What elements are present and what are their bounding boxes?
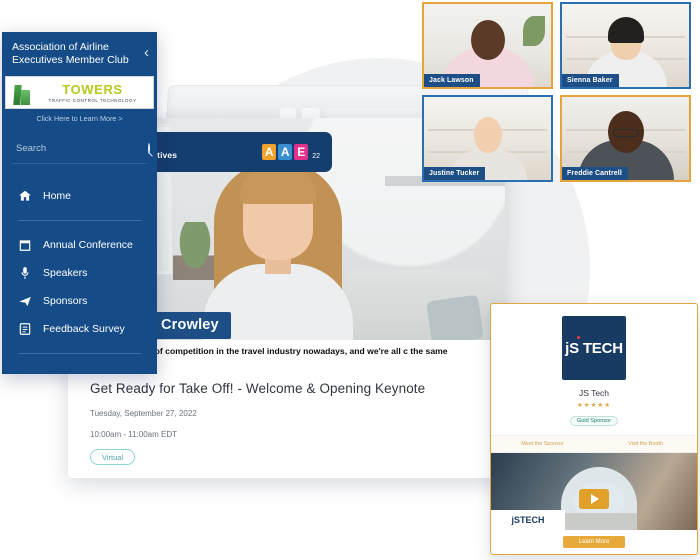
sidebar-divider (18, 352, 141, 354)
play-icon[interactable] (579, 489, 609, 510)
sidebar-item-speakers[interactable]: Speakers (2, 259, 157, 287)
clipboard-icon (18, 322, 32, 336)
session-date: Tuesday, September 27, 2022 (90, 408, 197, 418)
participant-name: Freddie Cantrell (562, 167, 628, 180)
sidebar-item-label: Speakers (43, 266, 88, 279)
video-brand-overlay: jSTECH (491, 510, 565, 530)
sidebar-sponsor-banner[interactable]: TOWERS TRAFFIC CONTROL TECHNOLOGY (5, 75, 154, 109)
room-pillow (426, 294, 484, 346)
aae-block-e: E (294, 144, 309, 160)
participant-glasses (612, 129, 639, 137)
sidebar-item-feedback-survey[interactable]: Feedback Survey (2, 315, 157, 343)
search-input[interactable] (16, 142, 148, 154)
meet-the-sponsor-button[interactable]: Meet the Sponsor (491, 436, 594, 452)
microphone-icon (18, 266, 32, 280)
sidebar-item-label: Annual Conference (43, 238, 133, 251)
towers-text: TOWERS TRAFFIC CONTROL TECHNOLOGY (38, 83, 147, 103)
sidebar-item-label: Feedback Survey (43, 322, 125, 335)
airplane-icon (18, 294, 32, 308)
participant-tile[interactable]: Freddie Cantrell (560, 95, 691, 182)
sponsor-tier-badge: Gold Sponsor (569, 416, 619, 426)
aae-logo-blocks: A A E 22 (262, 144, 320, 160)
session-time: 10:00am - 11:00am EDT (90, 430, 178, 440)
search-field[interactable] (12, 135, 150, 164)
sponsor-header: jS TECH JS Tech ★★★★★ Gold Sponsor (491, 304, 697, 435)
sponsor-name: JS Tech (578, 388, 610, 398)
aae-block-a2: A (278, 144, 293, 160)
sponsor-video-player[interactable]: jSTECH ▶ 0:00 ⚙ ☐ ⛶ Learn More (491, 453, 697, 554)
screenshot-canvas: Association of Airline Executives A A E … (0, 0, 700, 560)
chevron-left-icon[interactable]: ‹ (144, 45, 149, 60)
logo-accent-dot (577, 336, 580, 339)
participant-grid: Jack Lawson Sienna Baker Justine Tucker (422, 2, 694, 184)
sidebar-item-annual-conference[interactable]: Annual Conference (2, 231, 157, 259)
participant-tile[interactable]: Jack Lawson (422, 2, 553, 89)
participant-head (473, 117, 502, 153)
sponsor-footer: Learn More (491, 530, 697, 554)
sidebar-title: Association of Airline Executives Member… (12, 41, 129, 67)
sidebar-item-label: Home (43, 189, 72, 202)
towers-tagline: TRAFFIC CONTROL TECHNOLOGY (48, 97, 137, 103)
home-icon (18, 189, 32, 203)
sponsor-detail-panel: jS TECH JS Tech ★★★★★ Gold Sponsor Meet … (490, 303, 698, 555)
sponsor-rating-stars[interactable]: ★★★★★ (501, 401, 687, 409)
tile-plant (523, 16, 545, 46)
learn-more-button[interactable]: Learn More (562, 536, 626, 548)
sidebar-header: Association of Airline Executives Member… (2, 32, 157, 76)
session-title: Get Ready for Take Off! - Welcome & Open… (90, 381, 426, 396)
sidebar-divider (18, 219, 141, 221)
calendar-icon (18, 238, 32, 252)
search-icon[interactable] (148, 142, 150, 154)
sponsor-learn-more-link[interactable]: Click Here to Learn More > (2, 109, 157, 125)
sidebar: Association of Airline Executives Member… (2, 32, 157, 374)
participant-tile[interactable]: Sienna Baker (560, 2, 691, 89)
participant-name: Jack Lawson (424, 74, 480, 87)
aae-block-a1: A (262, 144, 277, 160)
js-tech-logo-text: jS TECH (565, 339, 623, 357)
visit-the-booth-button[interactable]: Visit the Booth (594, 436, 697, 452)
sidebar-item-home[interactable]: Home (2, 182, 157, 210)
video-brand-text: jSTECH (511, 515, 545, 525)
sponsor-action-bar: Meet the Sponsor Visit the Booth (491, 435, 697, 453)
js-tech-logo: jS TECH (562, 316, 626, 380)
participant-head (470, 20, 505, 60)
participant-tile[interactable]: Justine Tucker (422, 95, 553, 182)
sidebar-item-sponsors[interactable]: Sponsors (2, 287, 157, 315)
aae-year: 22 (312, 153, 320, 160)
sidebar-item-label: Sponsors (43, 294, 88, 307)
status-badge: Virtual (90, 449, 136, 466)
sidebar-nav: Home Annual Conference Speakers Sponsors… (2, 164, 157, 364)
participant-name: Sienna Baker (562, 74, 619, 87)
participant-name: Justine Tucker (424, 167, 486, 180)
session-details: Get Ready for Take Off! - Welcome & Open… (68, 360, 505, 466)
towers-name: TOWERS (62, 81, 123, 97)
towers-building-icon (12, 81, 32, 105)
